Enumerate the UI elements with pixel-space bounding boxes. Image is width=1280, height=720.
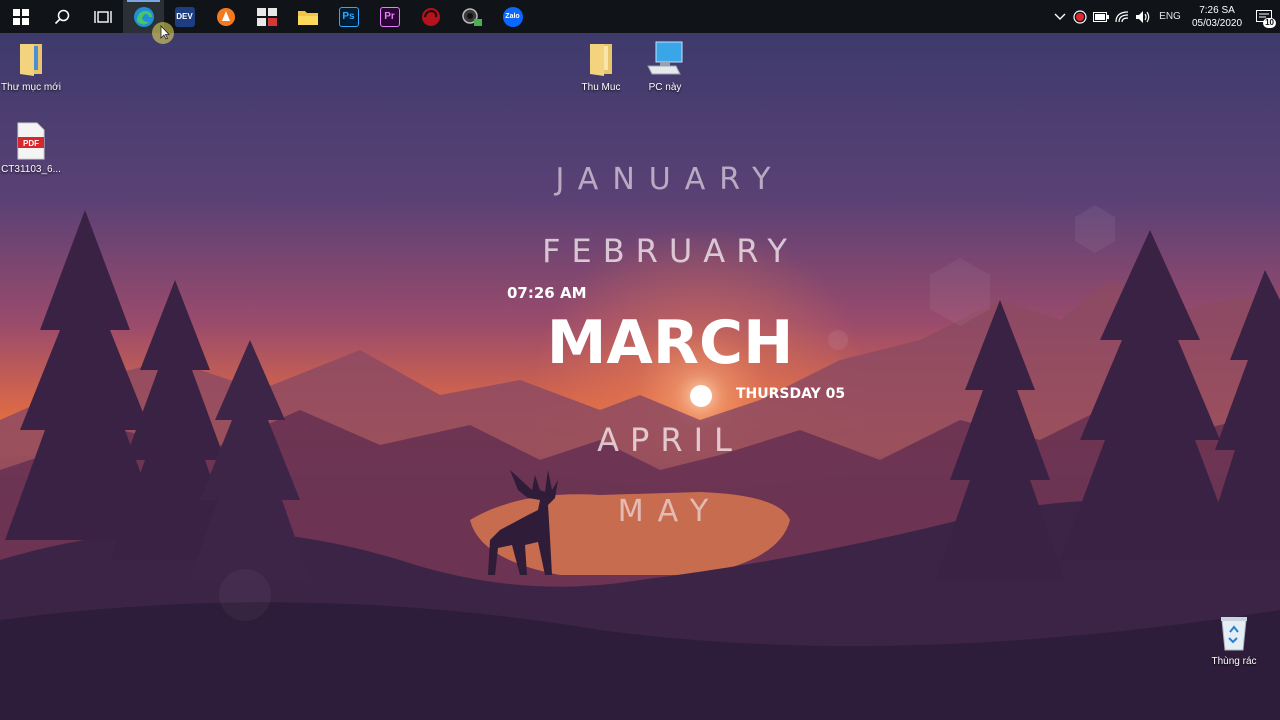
taskbar-app-avast[interactable]: [205, 0, 246, 33]
zalo-icon: Zalo: [502, 6, 523, 27]
pdf-badge-text: PDF: [23, 139, 39, 148]
wifi-icon: [1115, 10, 1129, 22]
photoshop-icon: Ps: [338, 6, 359, 27]
desktop-icon-label: Thu Muc: [581, 82, 621, 93]
record-icon: [1073, 9, 1087, 24]
taskbar-app-photoshop[interactable]: Ps: [328, 0, 369, 33]
search-button[interactable]: [41, 0, 82, 33]
month-label-february: FEBRUARY: [542, 232, 798, 270]
windows-logo-icon: [12, 8, 29, 25]
clock-time: 7:26 SA: [1199, 4, 1235, 16]
webcam-icon: [461, 7, 482, 26]
search-icon: [54, 9, 69, 24]
system-tray: ENG 7:26 SA 05/03/2020 10: [1050, 0, 1280, 33]
show-hidden-icons-button[interactable]: [1050, 0, 1070, 33]
tray-wifi-button[interactable]: [1112, 0, 1132, 33]
avast-icon: [216, 7, 235, 26]
task-view-button[interactable]: [82, 0, 123, 33]
tray-battery-button[interactable]: [1090, 0, 1112, 33]
widget-day: THURSDAY 05: [736, 386, 846, 402]
pdf-file-icon: PDF: [17, 122, 45, 160]
chevron-up-icon: [1054, 13, 1066, 20]
premiere-icon: Pr: [379, 6, 400, 27]
month-label-may: MAY: [617, 494, 723, 529]
widget-time: 07:26 AM: [507, 284, 587, 302]
month-label-current: MARCH: [546, 308, 794, 378]
folder-icon: [20, 44, 42, 76]
desktop-icon-label: Thùng rác: [1211, 656, 1257, 667]
tray-record-button[interactable]: [1070, 0, 1090, 33]
folder-icon: [297, 10, 318, 25]
desktop-icon-this-pc[interactable]: PC này: [632, 40, 698, 93]
computer-icon: [647, 41, 683, 75]
red-swirl-icon: [421, 7, 440, 26]
start-button[interactable]: [0, 0, 41, 33]
input-language-button[interactable]: ENG: [1154, 0, 1186, 33]
recycle-bin-icon: [1221, 617, 1247, 651]
tray-volume-button[interactable]: [1132, 0, 1154, 33]
desktop-icon-new-folder[interactable]: Thư mục mới: [0, 40, 64, 93]
taskbar-clock[interactable]: 7:26 SA 05/03/2020: [1186, 0, 1248, 33]
month-label-april: APRIL: [597, 421, 743, 459]
sun-dot: [690, 385, 712, 407]
taskbar-app-tiles[interactable]: [246, 0, 287, 33]
taskbar-app-webcam[interactable]: [451, 0, 492, 33]
taskbar-app-file-explorer[interactable]: [287, 0, 328, 33]
mouse-cursor-icon: [152, 22, 174, 44]
tiles-app-icon: [256, 7, 277, 26]
desktop-icon-label: Thư mục mới: [1, 82, 61, 93]
taskbar-app-red[interactable]: [410, 0, 451, 33]
task-view-icon: [93, 10, 112, 23]
month-label-january: JANUARY: [555, 162, 785, 197]
folder-icon: [590, 44, 612, 76]
battery-icon: [1093, 11, 1109, 22]
taskbar-app-premiere[interactable]: Pr: [369, 0, 410, 33]
action-center-button[interactable]: 10: [1248, 0, 1280, 33]
speaker-icon: [1136, 10, 1150, 23]
dev-cpp-icon: DEV: [174, 6, 195, 27]
clock-date: 05/03/2020: [1191, 17, 1243, 29]
desktop-icon-label: PC này: [648, 82, 682, 93]
taskbar-app-zalo[interactable]: Zalo: [492, 0, 533, 33]
desktop-icon-thu-muc[interactable]: Thu Muc: [568, 40, 634, 93]
desktop-icon-recycle-bin[interactable]: Thùng rác: [1201, 614, 1267, 667]
taskbar: DEV Ps Pr Zalo ENG 7:26 SA 05/03/2020 10: [0, 0, 1280, 33]
notification-count-badge: 10: [1263, 18, 1276, 28]
